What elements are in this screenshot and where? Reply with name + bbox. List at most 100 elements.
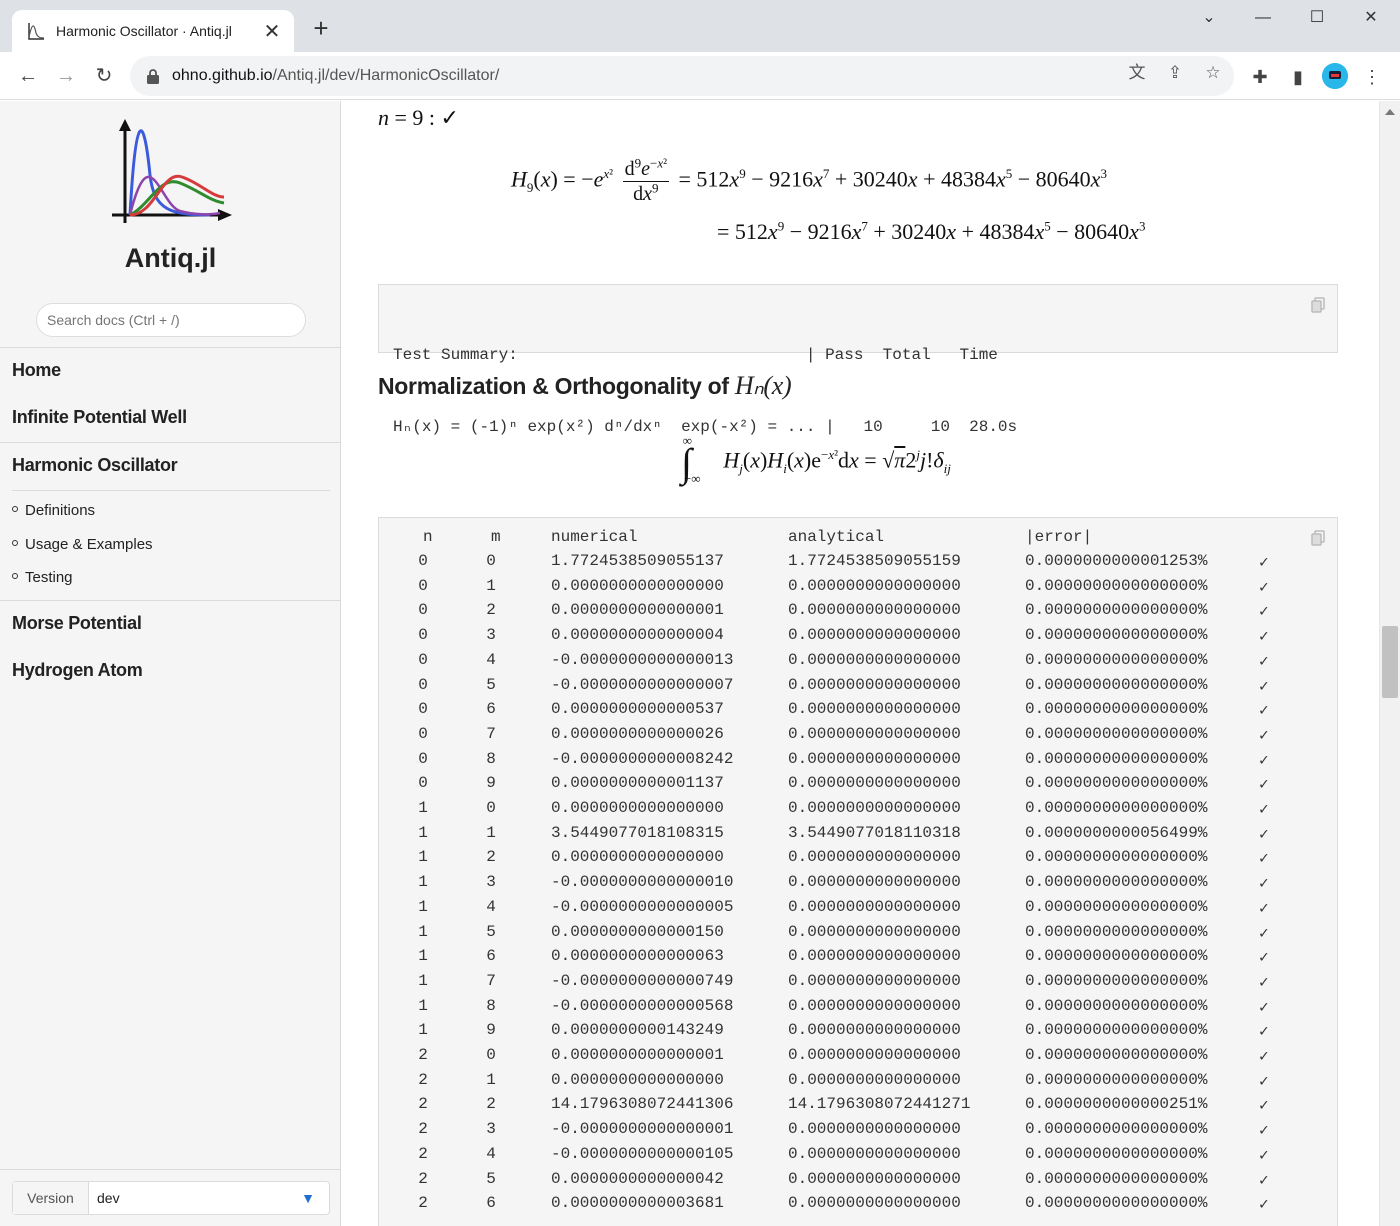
cell-analytical: 0.0000000000000000	[788, 799, 961, 817]
browser-toolbar: ← → ↻ ohno.github.io/Antiq.jl/dev/Harmon…	[0, 52, 1400, 100]
cell-numerical: 0.0000000000000042	[551, 1169, 724, 1188]
cell-n: 1	[418, 947, 428, 966]
version-selector[interactable]: Version dev ▼	[12, 1181, 330, 1215]
cell-error: 0.0000000000000000%	[1025, 749, 1208, 768]
cell-n: 1	[418, 823, 428, 842]
cell-n: 0	[418, 650, 428, 669]
browser-tab-active[interactable]: Harmonic Oscillator · Antiq.jl ✕	[12, 10, 294, 52]
search-docs-input[interactable]	[36, 303, 306, 337]
nav-sub-label: Testing	[25, 569, 73, 586]
copy-icon[interactable]	[1311, 530, 1325, 546]
profile-avatar[interactable]	[1322, 63, 1348, 89]
pass-check-icon: ✓	[1259, 628, 1269, 647]
cell-analytical: 0.0000000000000000	[788, 749, 961, 768]
pass-check-icon: ✓	[1259, 801, 1269, 819]
cell-analytical: 0.0000000000000000	[788, 1144, 961, 1163]
nav-morse-potential[interactable]: Morse Potential	[12, 613, 142, 634]
cell-numerical: 1.7724538509055137	[551, 552, 724, 570]
scrollbar-thumb[interactable]	[1382, 626, 1398, 698]
table-header: n m numerical analytical |error|	[379, 528, 1337, 552]
site-name[interactable]: Antiq.jl	[0, 243, 341, 274]
nav-sub-definitions[interactable]: Definitions	[12, 502, 95, 519]
cell-analytical: 0.0000000000000000	[788, 601, 961, 620]
version-select[interactable]: dev ▼	[89, 1182, 329, 1214]
page-scrollbar[interactable]	[1379, 101, 1400, 1226]
table-row: 1 3 -0.0000000000000010 0.0000000000000000 0…	[379, 873, 1337, 897]
url-text: ohno.github.io/Antiq.jl/dev/HarmonicOsci…	[172, 67, 499, 85]
cell-analytical: 0.0000000000000000	[788, 1169, 961, 1188]
cell-numerical: -0.0000000000000568	[551, 996, 734, 1015]
cell-analytical: 0.0000000000000000	[788, 1194, 961, 1213]
table-row: 1 6 0.0000000000000063 0.0000000000000000 0.…	[379, 947, 1337, 971]
header-analytical: analytical	[788, 528, 885, 546]
cell-analytical: 0.0000000000000000	[788, 576, 961, 595]
pass-check-icon: ✓	[1259, 1122, 1269, 1141]
nav-hydrogen-atom[interactable]: Hydrogen Atom	[12, 660, 143, 681]
forward-button[interactable]: →	[51, 62, 81, 90]
cell-numerical: -0.0000000000008242	[551, 749, 734, 768]
cell-numerical: 0.0000000000000150	[551, 922, 724, 941]
cell-n: 0	[418, 601, 428, 620]
minimize-button[interactable]: —	[1236, 0, 1290, 36]
cell-error: 0.0000000000000000%	[1025, 1070, 1208, 1089]
version-label: Version	[13, 1182, 89, 1214]
new-tab-button[interactable]: +	[307, 15, 335, 43]
tab-close-icon[interactable]: ✕	[262, 19, 282, 44]
pass-check-icon: ✓	[1259, 726, 1269, 745]
cell-error: 0.0000000000000000%	[1025, 1194, 1208, 1213]
pass-check-icon: ✓	[1259, 1146, 1269, 1165]
reload-button[interactable]: ↻	[89, 62, 119, 90]
cell-numerical: 0.0000000000000537	[551, 700, 724, 719]
back-button[interactable]: ←	[13, 62, 43, 90]
pass-check-icon: ✓	[1259, 603, 1269, 622]
pass-check-icon: ✓	[1259, 924, 1269, 943]
copy-icon[interactable]	[1311, 297, 1325, 313]
cell-n: 0	[418, 626, 428, 645]
cell-analytical: 0.0000000000000000	[788, 922, 961, 941]
cell-error: 0.0000000000000000%	[1025, 922, 1208, 941]
table-row: 1 5 0.0000000000000150 0.0000000000000000 0.…	[379, 923, 1337, 947]
cell-analytical: 0.0000000000000000	[788, 1120, 961, 1139]
chevron-down-icon: ▼	[301, 1190, 315, 1206]
nav-harmonic-oscillator[interactable]: Harmonic Oscillator	[12, 455, 178, 476]
cell-analytical: 0.0000000000000000	[788, 626, 961, 645]
cell-m: 1	[486, 576, 496, 595]
nav-home[interactable]: Home	[12, 360, 61, 381]
cell-error: 0.0000000000056499%	[1025, 823, 1208, 842]
pass-check-icon: ✓	[1259, 949, 1269, 968]
cell-numerical: 0.0000000000000063	[551, 947, 724, 966]
avatar-icon	[1322, 63, 1348, 89]
nav-infinite-potential-well[interactable]: Infinite Potential Well	[12, 407, 187, 428]
nav-sub-testing[interactable]: Testing	[12, 569, 73, 586]
close-window-button[interactable]: ✕	[1344, 0, 1398, 36]
star-icon[interactable]: ☆	[1202, 62, 1224, 84]
cell-error: 0.0000000000000000%	[1025, 848, 1208, 867]
cell-n: 1	[418, 1021, 428, 1040]
address-bar[interactable]: ohno.github.io/Antiq.jl/dev/HarmonicOsci…	[130, 56, 1234, 96]
pass-check-icon: ✓	[1259, 1023, 1269, 1042]
cell-analytical: 0.0000000000000000	[788, 1021, 961, 1040]
puzzle-icon[interactable]: ✚	[1248, 65, 1272, 89]
cell-m: 7	[486, 724, 496, 743]
nav-sub-usage-examples[interactable]: Usage & Examples	[12, 536, 153, 553]
cell-numerical: -0.0000000000000105	[551, 1144, 734, 1163]
share-icon[interactable]: ⇪	[1164, 62, 1186, 84]
antiq-logo[interactable]	[100, 115, 240, 227]
cell-analytical: 0.0000000000000000	[788, 996, 961, 1015]
cell-numerical: 0.0000000000000000	[551, 576, 724, 595]
url-path: /Antiq.jl/dev/HarmonicOscillator/	[272, 67, 500, 84]
scroll-up-icon[interactable]	[1385, 109, 1395, 115]
kebab-menu-icon[interactable]: ⋮	[1360, 65, 1384, 89]
cell-analytical: 0.0000000000000000	[788, 650, 961, 669]
cell-analytical: 0.0000000000000000	[788, 947, 961, 966]
cell-m: 8	[486, 996, 496, 1015]
cell-m: 5	[486, 675, 496, 694]
tab-search-chevron-icon[interactable]: ⌄	[1182, 0, 1236, 36]
translate-icon[interactable]: 文	[1126, 62, 1148, 84]
table-row: 1 7 -0.0000000000000749 0.0000000000000000 0…	[379, 972, 1337, 996]
cell-m: 6	[486, 1194, 496, 1213]
cell-numerical: 0.0000000000003681	[551, 1194, 724, 1213]
cell-n: 1	[418, 873, 428, 892]
maximize-button[interactable]: ☐	[1290, 0, 1344, 36]
side-panel-icon[interactable]: ▮	[1286, 65, 1310, 89]
